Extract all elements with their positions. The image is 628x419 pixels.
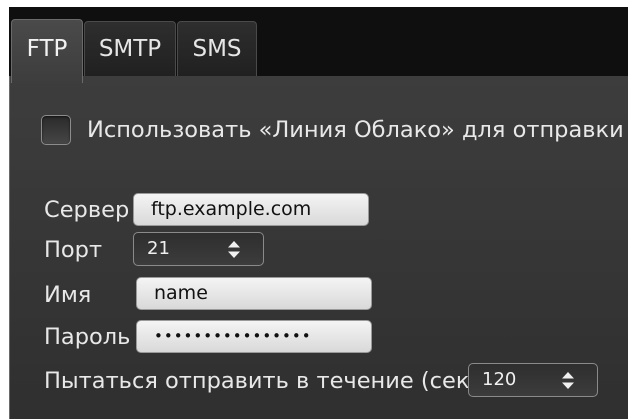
port-spinbox[interactable]: 21 [133,232,264,266]
cloud-checkbox-row: Использовать «Линия Облако» для отправки [41,114,624,146]
password-label: Пароль [44,324,131,350]
tab-ftp[interactable]: FTP [11,19,83,83]
name-label: Имя [44,282,92,308]
password-field[interactable]: •••••••••••••••• [136,320,372,353]
updown-arrows-icon[interactable] [227,241,241,258]
port-label: Порт [44,237,103,263]
cloud-checkbox-label[interactable]: Использовать «Линия Облако» для отправки [87,117,624,143]
retry-timeout-spinbox[interactable]: 120 [468,363,598,397]
server-label: Сервер [44,197,130,223]
tab-smtp[interactable]: SMTP [84,21,176,77]
settings-window: FTP SMTP SMS Использовать «Линия Облако»… [0,0,628,419]
tab-bar: FTP SMTP SMS [9,7,628,83]
cloud-checkbox[interactable] [41,115,71,145]
server-field[interactable]: ftp.example.com [133,193,369,226]
retry-timeout-label: Пытаться отправить в течение (сек.) [44,368,486,394]
tab-sms[interactable]: SMS [177,21,257,77]
name-field[interactable]: name [136,277,372,310]
updown-arrows-icon[interactable] [561,372,575,389]
retry-timeout-value: 120 [482,369,517,390]
port-value: 21 [147,238,170,259]
